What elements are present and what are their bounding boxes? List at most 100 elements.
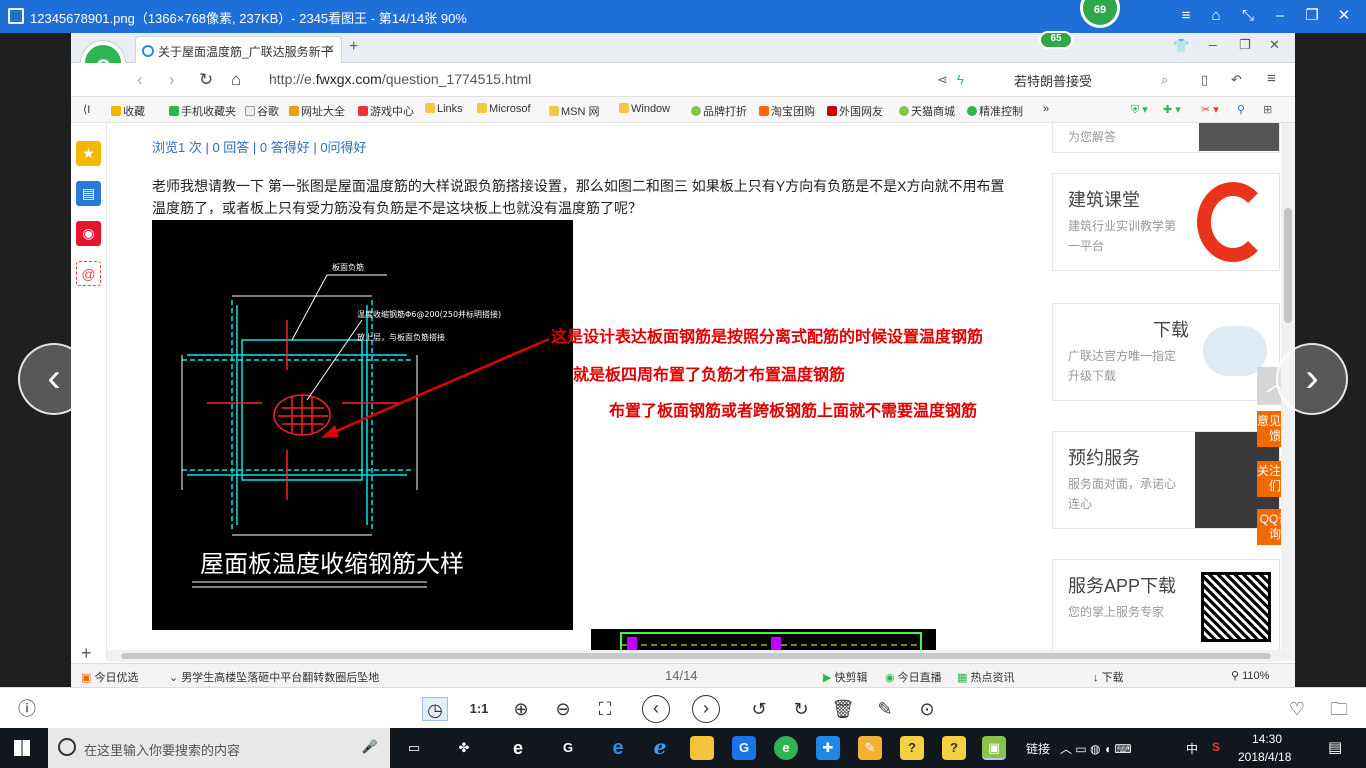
browser-badge[interactable]: 65 <box>1039 31 1073 49</box>
clock-time[interactable]: 14:30 <box>1252 732 1282 746</box>
minimize-button[interactable]: – <box>1270 6 1290 26</box>
delete-icon[interactable]: 🗑 <box>830 697 856 721</box>
rotate-right-icon[interactable]: ↻ <box>788 697 814 721</box>
clock-date[interactable]: 2018/4/18 <box>1238 750 1291 764</box>
skin-icon[interactable]: ⌂ <box>1206 6 1226 26</box>
bookmark-toggle[interactable]: ⟨I <box>83 103 90 116</box>
apps-icon[interactable]: ⊞ <box>1263 103 1272 116</box>
image-viewer-app-icon[interactable]: ▣ <box>982 736 1006 760</box>
weibo-icon[interactable]: ◉ <box>76 221 101 246</box>
previous-image-button[interactable]: ‹ <box>18 343 90 415</box>
zoom-level[interactable]: ⚲ 110% <box>1231 669 1269 682</box>
live[interactable]: ◉ 今日直播 <box>885 669 942 685</box>
phone-icon[interactable]: ▯ <box>1201 72 1208 88</box>
folder-icon[interactable]: 🗀 <box>1326 697 1352 721</box>
restore-icon[interactable]: ❐ <box>1239 37 1251 53</box>
link-label[interactable]: 链接 <box>1026 740 1050 757</box>
close-button[interactable]: ✕ <box>1334 6 1354 26</box>
card-app-download[interactable]: 服务APP下载 您的掌上服务专家 <box>1052 559 1280 661</box>
search-box[interactable]: 若特朗普接受 <box>1008 68 1178 92</box>
downloads[interactable]: ↓ 下载 <box>1093 669 1124 685</box>
bookmark-item[interactable]: 收藏 <box>111 103 145 119</box>
bookmark-more[interactable]: » <box>1043 103 1049 115</box>
bookmark-item[interactable]: 网址大全 <box>289 103 345 119</box>
taskbar-search[interactable]: 在这里输入你要搜索的内容 🎤 <box>48 728 390 768</box>
question-stats[interactable]: 浏览1 次 | 0 回答 | 0 答得好 | 0问得好 <box>152 137 367 156</box>
next-icon[interactable]: › <box>692 695 720 723</box>
card-appointment[interactable]: 预约服务 服务面对面，承诺心连心 <box>1052 431 1280 529</box>
actual-size-button[interactable]: 1:1 <box>466 697 492 721</box>
bookmark-item[interactable]: Links <box>425 103 463 115</box>
favorites-icon[interactable]: ★ <box>76 141 101 166</box>
next-image-button[interactable]: › <box>1276 343 1348 415</box>
minimize-icon[interactable]: – <box>1209 36 1217 52</box>
forward-icon[interactable]: › <box>169 70 175 90</box>
address-bar[interactable]: http://e.fwxgx.com/question_1774515.html <box>269 68 989 92</box>
horizontal-scrollbar[interactable] <box>107 650 1281 662</box>
bookmark-item[interactable]: Microsof <box>477 103 531 115</box>
share-icon[interactable]: ⋖ <box>937 72 948 88</box>
bookmark-item[interactable]: 手机收藏夹 <box>169 103 236 119</box>
edge-icon[interactable]: e <box>606 736 630 760</box>
help-app-2-icon[interactable]: ? <box>942 736 966 760</box>
plus-app-icon[interactable]: ✚ <box>816 736 840 760</box>
ie-icon[interactable]: ℯ <box>648 736 672 760</box>
news-ticker[interactable]: ⌄ 男学生高楼坠落砸中平台翻转数圈后坠地 <box>169 669 379 685</box>
bookmark-item[interactable]: 品牌打折 <box>691 103 747 119</box>
bookmark-item[interactable]: MSN 网 <box>549 103 600 119</box>
bookmark-item[interactable]: 淘宝团购 <box>759 103 815 119</box>
more-icon[interactable]: ⊙ <box>914 697 940 721</box>
shield-icon[interactable]: ⛨ ▾ <box>1131 103 1148 117</box>
zoom-out-icon[interactable]: ⊖ <box>550 697 576 721</box>
bookmark-item[interactable]: Window <box>619 103 670 115</box>
zoom-in-icon[interactable]: ⊕ <box>508 697 534 721</box>
back-icon[interactable]: ‹ <box>137 70 143 90</box>
previous-icon[interactable]: ‹ <box>642 695 670 723</box>
hot-news[interactable]: ▦ 热点资讯 <box>957 669 1014 685</box>
browser-360-icon[interactable]: e <box>774 736 798 760</box>
notification-badge[interactable]: 69 <box>1080 0 1120 28</box>
notification-icon[interactable]: ▤ <box>1328 738 1342 756</box>
task-view-icon[interactable]: ▭ <box>402 736 426 760</box>
menu-icon[interactable]: ≡ <box>1176 6 1196 26</box>
fullscreen-icon[interactable]: ⤡ <box>1238 6 1258 26</box>
browser-tab[interactable]: 关于屋面温度筋_广联达服务新干 ✕ <box>135 36 342 63</box>
bookmark-item[interactable]: 游戏中心 <box>358 103 414 119</box>
help-app-icon[interactable]: ? <box>900 736 924 760</box>
search-icon[interactable]: ⌕ <box>1161 72 1168 88</box>
sogou-icon[interactable]: S <box>1212 740 1220 754</box>
bookmark-item[interactable]: 天猫商城 <box>899 103 955 119</box>
microphone-icon[interactable]: 🎤 <box>362 739 378 755</box>
undo-icon[interactable]: ↶ <box>1231 72 1242 88</box>
rotate-left-icon[interactable]: ↺ <box>746 697 772 721</box>
today-pick[interactable]: ▣ 今日优选 <box>81 669 138 685</box>
tab-close-icon[interactable]: ✕ <box>325 42 335 56</box>
refresh-icon[interactable]: ↻ <box>199 70 213 90</box>
edit-icon[interactable]: ✎ <box>872 697 898 721</box>
fit-screen-icon[interactable]: ◷ <box>422 697 448 721</box>
swirl-app-icon[interactable]: G <box>556 736 580 760</box>
bookmark-item[interactable]: 谷歌 <box>245 103 279 119</box>
card-architecture-class[interactable]: 建筑课堂 建筑行业实训教学第一平台 <box>1052 173 1280 271</box>
crop-icon[interactable]: ⛶ <box>592 697 618 721</box>
lightning-icon[interactable]: ϟ <box>957 72 964 87</box>
pinwheel-app-icon[interactable]: ✤ <box>452 736 476 760</box>
scrollbar-thumb[interactable] <box>1284 208 1292 323</box>
bookmark-item[interactable]: 外国网友 <box>827 103 883 119</box>
sidebar-add-icon[interactable]: + <box>81 643 92 664</box>
tools-icon[interactable]: ✂ ▾ <box>1201 103 1219 116</box>
bookmark-item[interactable]: 精准控制 <box>967 103 1023 119</box>
favorite-icon[interactable]: ♡ <box>1284 697 1310 721</box>
ime-indicator[interactable]: 中 <box>1186 740 1198 757</box>
info-icon[interactable]: ⓘ <box>14 697 40 721</box>
magnifier-icon[interactable]: ⚲ <box>1237 103 1245 116</box>
g-app-icon[interactable]: G <box>732 736 756 760</box>
scrollbar-thumb[interactable] <box>121 653 1271 659</box>
service-card-top[interactable]: 为您解答 <box>1052 123 1280 153</box>
home-icon[interactable]: ⌂ <box>231 70 241 90</box>
edge-legacy-icon[interactable]: e <box>506 736 530 760</box>
notes-icon[interactable]: ▤ <box>76 181 101 206</box>
new-tab-icon[interactable]: + <box>349 38 358 56</box>
notes-app-icon[interactable]: ✎ <box>858 736 882 760</box>
extension-icon[interactable]: ✚ ▾ <box>1163 103 1181 116</box>
